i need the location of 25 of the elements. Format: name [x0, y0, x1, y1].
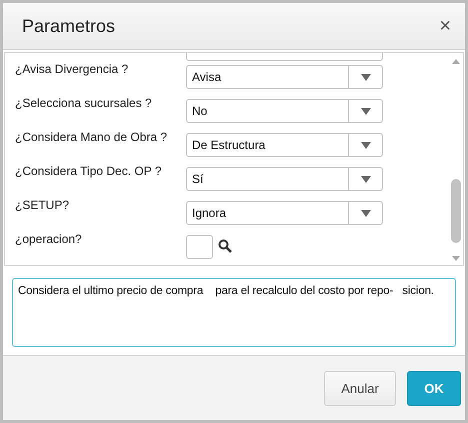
dropdown-arrow-icon	[360, 74, 370, 80]
dropdown-field[interactable]: No	[186, 99, 383, 123]
field-label: ¿Considera Mano de Obra ?	[15, 129, 168, 144]
dialog-title: Parametros	[22, 16, 116, 36]
dropdown-field[interactable]: Ignora	[186, 201, 383, 225]
description-box: Considera el ultimo precio de compra para el recalculo del costo por repo- sicion.	[12, 278, 456, 347]
field-label: ¿Selecciona sucursales ?	[15, 95, 153, 110]
close-button[interactable]: ×	[439, 16, 451, 36]
input-field[interactable]	[186, 235, 213, 259]
cancel-button[interactable]: Anular	[324, 371, 396, 406]
field-label: ¿Considera Tipo Dec. OP ?	[15, 163, 163, 178]
dropdown-field[interactable]: Sí	[186, 167, 383, 191]
dropdown-field[interactable]: De Estructura	[186, 133, 383, 157]
field-label: ¿SETUP?	[15, 197, 70, 212]
field-label: ¿Avisa Divergencia ?	[15, 61, 130, 76]
dropdown-arrow-icon	[360, 176, 370, 182]
scroll-down-icon[interactable]	[452, 256, 460, 261]
search-icon[interactable]	[218, 239, 232, 253]
scroll-up-icon[interactable]	[452, 59, 460, 64]
field-label: ¿operacion?	[15, 231, 83, 246]
dropdown-arrow-icon	[360, 142, 370, 148]
dropdown-field[interactable]: Avisa	[186, 65, 383, 89]
scrollbar-thumb[interactable]	[451, 179, 461, 243]
dropdown-arrow-icon	[360, 210, 370, 216]
dropdown-arrow-icon	[360, 108, 370, 114]
